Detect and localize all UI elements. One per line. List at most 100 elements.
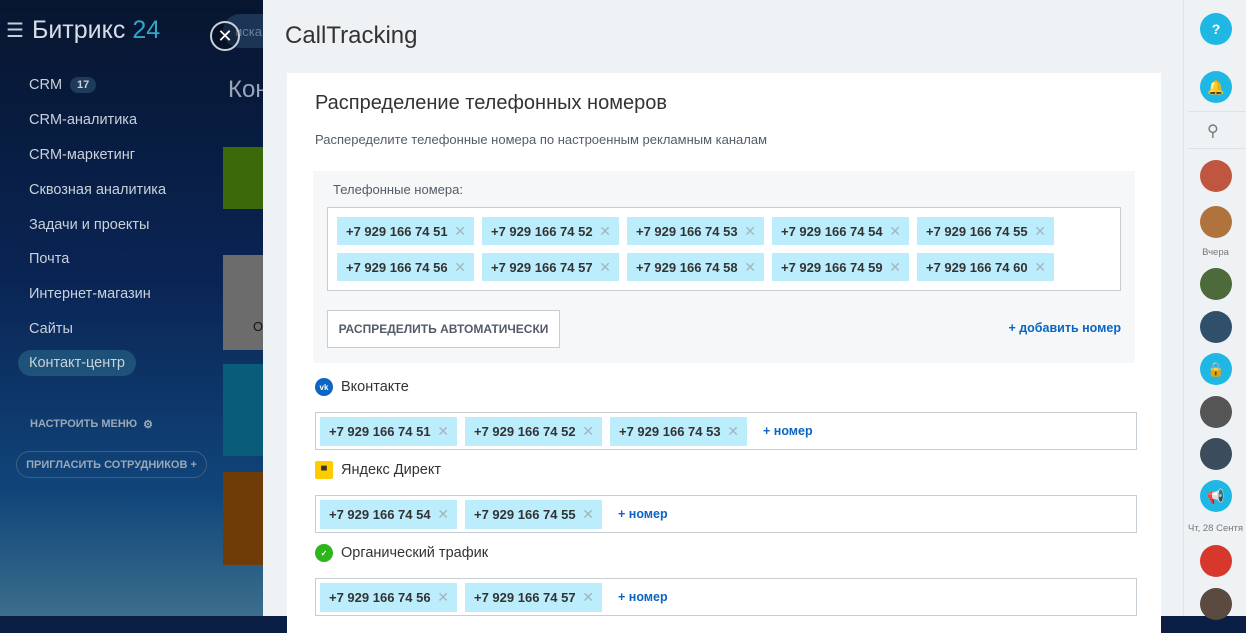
sidebar-item[interactable]: CRM-аналитика [18, 103, 177, 138]
remove-icon[interactable]: ✕ [599, 223, 611, 240]
logo[interactable]: ☰ Битрикс 24 [6, 16, 160, 45]
channel-numbers-field[interactable]: +7 929 166 74 54 ✕ +7 929 166 74 55 ✕ + номе… [315, 495, 1137, 533]
phone-number: +7 929 166 74 51 [346, 223, 448, 239]
sidebar-item[interactable]: CRM 17 [18, 68, 177, 103]
avatar[interactable] [1200, 206, 1232, 238]
phone-number: +7 929 166 74 57 [491, 259, 593, 275]
avatar[interactable] [1200, 545, 1232, 577]
phone-number: +7 929 166 74 51 [329, 423, 431, 439]
auto-distribute-button[interactable]: РАСПРЕДЕЛИТЬ АВТОМАТИЧЕСКИ [327, 310, 560, 348]
phone-number: +7 929 166 74 59 [781, 259, 883, 275]
remove-icon[interactable]: ✕ [582, 423, 594, 440]
close-panel-button[interactable]: ✕ [210, 21, 240, 51]
channel-numbers-field[interactable]: +7 929 166 74 51 ✕ +7 929 166 74 52 ✕ +7 929… [315, 412, 1137, 450]
avatar[interactable] [1200, 160, 1232, 192]
avatar[interactable] [1200, 396, 1232, 428]
channel-name: Вконтакте [341, 379, 409, 395]
panel-title: CallTracking [285, 22, 418, 49]
sidebar-item-label: CRM-аналитика [29, 112, 138, 129]
channel-name: Яндекс Директ [341, 462, 441, 478]
remove-icon[interactable]: ✕ [582, 589, 594, 606]
channel-section: ✓ Органический трафик +7 929 166 74 56 ✕ +7 … [315, 542, 1137, 616]
remove-icon[interactable]: ✕ [437, 589, 449, 606]
sidebar-item[interactable]: Сквозная аналитика [18, 172, 177, 207]
phone-tag: +7 929 166 74 58 ✕ [627, 253, 764, 281]
background-tile: О [223, 255, 263, 350]
add-number-link[interactable]: + номер [763, 424, 813, 438]
phone-number: +7 929 166 74 55 [926, 223, 1028, 239]
remove-icon[interactable]: ✕ [744, 223, 756, 240]
add-number-link[interactable]: + номер [618, 590, 668, 604]
remove-icon[interactable]: ✕ [889, 259, 901, 276]
sidebar-item[interactable]: Сайты [18, 312, 177, 347]
announcement-button[interactable]: 📢 [1200, 480, 1232, 512]
notifications-button[interactable]: 🔔 [1200, 71, 1232, 103]
configure-label: НАСТРОИТЬ МЕНЮ [30, 418, 138, 430]
add-number-link[interactable]: + добавить номер [1008, 321, 1121, 335]
avatar[interactable] [1200, 588, 1232, 620]
background-tile [223, 147, 263, 209]
sidebar-item-label: CRM [29, 77, 63, 94]
sidebar-item[interactable]: Интернет-магазин [18, 277, 177, 312]
avatar[interactable] [1200, 438, 1232, 470]
remove-icon[interactable]: ✕ [1034, 259, 1046, 276]
phone-number: +7 929 166 74 56 [329, 589, 431, 605]
sidebar-item[interactable]: Контакт-центр [18, 350, 136, 377]
phone-tag: +7 929 166 74 56 ✕ [320, 582, 457, 612]
help-button[interactable]: ? [1200, 13, 1232, 45]
channel-numbers-field[interactable]: +7 929 166 74 56 ✕ +7 929 166 74 57 ✕ + номе… [315, 578, 1137, 616]
avatar[interactable] [1200, 311, 1232, 343]
phone-number: +7 929 166 74 53 [619, 423, 721, 439]
sidebar-item-label: Сайты [29, 320, 73, 337]
phone-tag: +7 929 166 74 57 ✕ [465, 582, 602, 612]
menu-icon[interactable]: ☰ [6, 18, 24, 43]
phone-tag: +7 929 166 74 55 ✕ [917, 217, 1054, 245]
avatar[interactable] [1200, 268, 1232, 300]
channel-section: vk Вконтакте +7 929 166 74 51 ✕ +7 929 166 7… [315, 376, 1137, 450]
phone-number: +7 929 166 74 53 [636, 223, 738, 239]
logo-number: 24 [132, 16, 161, 44]
remove-icon[interactable]: ✕ [889, 223, 901, 240]
number-pool-field[interactable]: +7 929 166 74 51 ✕ +7 929 166 74 52 ✕ +7 929… [327, 207, 1121, 291]
card-title: Распределение телефонных номеров [315, 92, 667, 114]
phone-tag: +7 929 166 74 56 ✕ [337, 253, 474, 281]
vk-icon: vk [315, 378, 333, 396]
remove-icon[interactable]: ✕ [454, 223, 466, 240]
remove-icon[interactable]: ✕ [437, 423, 449, 440]
tile-label: О [253, 319, 264, 334]
date-label: Вчера [1202, 247, 1229, 258]
right-bar: ? 🔔 ⚲ Вчера 🔒 📢 Чт, 28 Сентя [1183, 0, 1246, 620]
organic-leaf-icon: ✓ [315, 544, 333, 562]
phone-tag: +7 929 166 74 55 ✕ [465, 499, 602, 529]
lock-chat-button[interactable]: 🔒 [1200, 353, 1232, 385]
nav-menu: CRM 17 CRM-аналитика CRM-маркетинг Сквозная … [18, 68, 177, 380]
sidebar-item-label: Интернет-магазин [29, 286, 151, 303]
remove-icon[interactable]: ✕ [744, 259, 756, 276]
remove-icon[interactable]: ✕ [437, 506, 449, 523]
phone-number: +7 929 166 74 52 [491, 223, 593, 239]
sidebar-item[interactable]: CRM-маркетинг [18, 138, 177, 173]
logo-text: Битрикс [31, 16, 126, 44]
remove-icon[interactable]: ✕ [582, 506, 594, 523]
sidebar-item[interactable]: Задачи и проекты [18, 207, 177, 242]
phone-tag: +7 929 166 74 60 ✕ [917, 253, 1054, 281]
remove-icon[interactable]: ✕ [454, 259, 466, 276]
yandex-direct-icon: ▀ [315, 461, 333, 479]
phone-tag: +7 929 166 74 53 ✕ [610, 416, 747, 446]
search-icon[interactable]: ⚲ [1207, 121, 1219, 141]
megaphone-icon: 📢 [1207, 487, 1225, 504]
remove-icon[interactable]: ✕ [599, 259, 611, 276]
gear-icon: ⚙ [143, 419, 154, 431]
phone-tag: +7 929 166 74 51 ✕ [337, 217, 474, 245]
calltracking-panel: CallTracking Распределение телефонных но… [263, 0, 1183, 633]
remove-icon[interactable]: ✕ [727, 423, 739, 440]
invite-button[interactable]: ПРИГЛАСИТЬ СОТРУДНИКОВ + [16, 451, 207, 478]
configure-menu-button[interactable]: НАСТРОИТЬ МЕНЮ ⚙ [30, 418, 153, 431]
card-subtitle: Распеределите телефонные номера по настр… [315, 132, 768, 147]
add-number-link[interactable]: + номер [618, 507, 668, 521]
remove-icon[interactable]: ✕ [1034, 223, 1046, 240]
phone-number: +7 929 166 74 60 [926, 259, 1028, 275]
channel-name: Органический трафик [341, 545, 489, 561]
sidebar-item[interactable]: Почта [18, 242, 177, 277]
phone-number: +7 929 166 74 57 [474, 589, 576, 605]
